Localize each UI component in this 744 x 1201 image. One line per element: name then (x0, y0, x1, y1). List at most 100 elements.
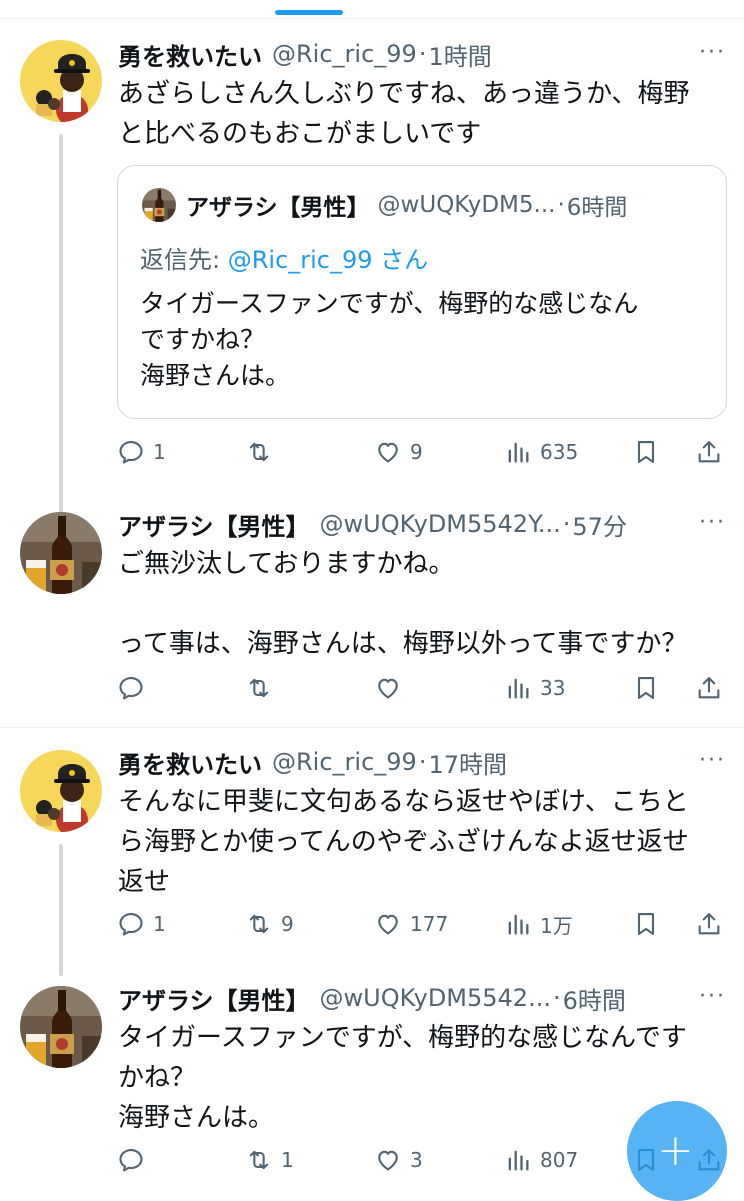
retweet-button[interactable]: 9 (245, 904, 294, 944)
retweet-button[interactable] (245, 668, 281, 708)
user-handle[interactable]: @Ric_ric_99 (272, 748, 417, 776)
timestamp[interactable]: 6時間 (563, 981, 626, 1016)
quoted-header: アザラシ【男性】 @wUQKyDM5... · 6時間 (186, 188, 706, 222)
bookmark-icon (637, 677, 655, 699)
separator: · (557, 192, 565, 218)
reply-icon (119, 913, 143, 936)
more-icon[interactable]: ··· (699, 40, 726, 65)
views-button[interactable]: 807 (504, 1140, 578, 1180)
tweet-text: ご無沙汰しておりますかね。 って事は、海野さんは、梅野以外って事ですか？ (118, 549, 688, 659)
avatar[interactable] (20, 750, 102, 832)
user-handle[interactable]: @wUQKyDM5542Y... (320, 510, 561, 538)
more-icon[interactable]: ··· (699, 748, 726, 773)
bookmark-icon (637, 441, 655, 463)
timestamp[interactable]: 1時間 (428, 37, 491, 72)
action-bar: 1 9 635 (0, 432, 744, 472)
views-button[interactable]: 635 (504, 432, 578, 472)
reply-button[interactable]: 1 (117, 904, 166, 944)
top-bar (0, 0, 744, 19)
quoted-avatar (142, 188, 176, 222)
reply-icon (119, 441, 143, 464)
display-name[interactable]: 勇を救いたい (118, 745, 262, 780)
tweet-text: タイガースファンですが、梅野的な感じなんです かね？ 海野さんは。 (118, 1023, 687, 1133)
retweet-icon (249, 1150, 269, 1170)
display-name[interactable]: アザラシ【男性】 (118, 981, 310, 1016)
like-button[interactable] (374, 668, 410, 708)
reply-to-link[interactable]: @Ric_ric_99 さん (228, 246, 428, 274)
timestamp[interactable]: 17時間 (428, 745, 507, 780)
avatar[interactable] (20, 512, 102, 594)
share-icon (698, 913, 720, 935)
tweet-text: あざらしさん久しぶりですね、あっ違うか、梅野 と比べるのもおこがましいです (118, 79, 690, 149)
display-name[interactable]: アザラシ【男性】 (118, 507, 310, 542)
like-count: 177 (410, 912, 449, 936)
tweet-text: そんなに甲斐に文句あるなら返せやぼけ、こちと ら海野とか使ってんのやぞふざけんな… (118, 787, 689, 897)
more-icon[interactable]: ··· (699, 510, 726, 535)
more-icon[interactable]: ··· (699, 984, 726, 1009)
bookmark-button[interactable] (632, 904, 660, 944)
separator: · (418, 748, 427, 776)
views-icon (508, 678, 529, 699)
bookmark-button[interactable] (632, 432, 660, 472)
views-icon (508, 442, 529, 463)
reply-prefix: 返信先: (140, 246, 228, 274)
quoted-timestamp: 6時間 (566, 195, 628, 221)
share-button[interactable] (695, 668, 723, 708)
share-icon (698, 677, 720, 699)
views-icon (508, 914, 529, 935)
tweet[interactable]: アザラシ【男性】 @wUQKyDM5542Y... · 57分 ··· ご無沙汰… (0, 500, 744, 720)
tweet[interactable]: 勇を救いたい @Ric_ric_99 · 17時間 ··· そんなに甲斐に文句あ… (0, 738, 744, 976)
like-icon (378, 914, 398, 935)
reply-button[interactable] (117, 668, 153, 708)
like-icon (378, 1150, 398, 1171)
user-handle[interactable]: @Ric_ric_99 (272, 40, 417, 68)
like-button[interactable]: 177 (374, 904, 448, 944)
like-button[interactable]: 9 (374, 432, 423, 472)
views-button[interactable]: 1万 (504, 904, 573, 944)
separator: · (552, 984, 561, 1012)
reply-icon (119, 1149, 143, 1172)
avatar[interactable] (20, 40, 102, 122)
tweet-header: アザラシ【男性】 @wUQKyDM5542Y... · 57分 (118, 506, 700, 542)
views-count: 635 (540, 440, 579, 464)
avatar[interactable] (20, 986, 102, 1068)
retweet-icon (249, 914, 269, 934)
retweet-count: 1 (281, 1148, 294, 1172)
conversation-divider (0, 727, 744, 728)
share-button[interactable] (695, 904, 723, 944)
retweet-button[interactable] (245, 432, 281, 472)
action-bar: 33 (0, 668, 744, 708)
views-icon (508, 1150, 529, 1171)
reply-button[interactable] (117, 1140, 153, 1180)
retweet-button[interactable]: 1 (245, 1140, 294, 1180)
tweet-header: 勇を救いたい @Ric_ric_99 · 17時間 (118, 744, 700, 780)
thread-line (59, 134, 63, 536)
quoted-display-name: アザラシ【男性】 (186, 195, 370, 221)
user-handle[interactable]: @wUQKyDM5542... (320, 984, 551, 1012)
reply-count: 1 (153, 440, 166, 464)
share-button[interactable] (695, 432, 723, 472)
timestamp[interactable]: 57分 (572, 507, 627, 542)
views-count: 1万 (540, 913, 573, 938)
reply-count: 1 (153, 912, 166, 936)
views-count: 807 (540, 1148, 579, 1172)
tweet-header: アザラシ【男性】 @wUQKyDM5542... · 6時間 (118, 980, 700, 1016)
like-icon (378, 678, 398, 699)
views-count: 33 (540, 676, 566, 700)
separator: · (562, 510, 571, 538)
compose-button[interactable]: + (627, 1101, 727, 1201)
retweet-icon (249, 678, 269, 698)
reply-icon (119, 677, 143, 700)
views-button[interactable]: 33 (504, 668, 565, 708)
retweet-count: 9 (281, 912, 294, 936)
tweet[interactable]: 勇を救いたい @Ric_ric_99 · 1時間 ··· あざらしさん久しぶりで… (0, 30, 744, 536)
separator: · (418, 40, 427, 68)
reply-button[interactable]: 1 (117, 432, 166, 472)
quoted-user-handle: @wUQKyDM5... (377, 192, 556, 218)
quoted-text: タイガースファンですが、梅野的な感じなん ですかね？ 海野さんは。 (140, 289, 639, 390)
share-icon (698, 441, 720, 463)
quoted-tweet[interactable]: アザラシ【男性】 @wUQKyDM5... · 6時間 返信先: @Ric_ri… (117, 165, 727, 419)
display-name[interactable]: 勇を救いたい (118, 37, 262, 72)
bookmark-button[interactable] (632, 668, 660, 708)
like-button[interactable]: 3 (374, 1140, 423, 1180)
